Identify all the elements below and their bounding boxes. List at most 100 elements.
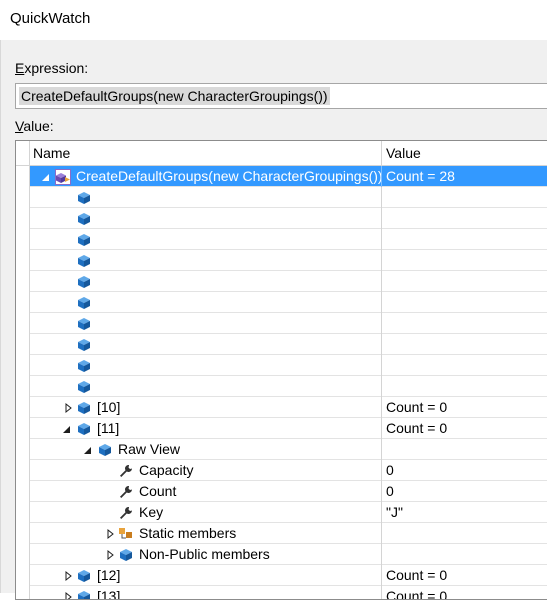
column-divider-line [381,586,382,599]
grid-row[interactable] [16,313,547,334]
column-divider-line [381,229,382,250]
object-icon [76,400,92,416]
expand-arrow-icon[interactable] [105,548,117,561]
row-value[interactable]: Count = 28 [386,168,455,184]
name-cell[interactable]: Raw View [30,439,381,459]
row-value[interactable]: Count = 0 [386,399,447,415]
grid-header: Name Value [16,141,547,166]
column-divider-line [381,250,382,271]
name-cell[interactable] [30,208,381,228]
grid-row[interactable]: Raw View [16,439,547,460]
column-divider-line [381,397,382,418]
grid-row[interactable]: [13] Count = 0 [16,586,547,600]
column-divider-line [381,334,382,355]
grid-row[interactable]: Key "J" [16,502,547,523]
value-label: Value: [15,118,54,134]
name-cell[interactable] [30,271,381,291]
row-value[interactable]: 0 [386,462,394,478]
watch-grid[interactable]: Name Value CreateDefaultGroups(new Chara… [15,140,547,600]
column-divider-line [381,166,382,187]
column-divider[interactable] [381,141,382,165]
name-cell[interactable]: CreateDefaultGroups(new CharacterGroupin… [30,166,381,186]
object-icon [97,442,113,458]
name-cell[interactable]: [10] [30,397,381,417]
grid-row[interactable]: Static members [16,523,547,544]
name-cell[interactable]: [11] [30,418,381,438]
column-divider-line [381,187,382,208]
grid-row[interactable]: Capacity 0 [16,460,547,481]
object-icon [76,589,92,599]
name-cell[interactable] [30,334,381,354]
row-gutter [16,355,30,376]
grid-row[interactable]: [12] Count = 0 [16,565,547,586]
grid-row[interactable]: [10] Count = 0 [16,397,547,418]
wrench-icon [118,484,134,500]
object-icon [76,232,92,248]
row-value[interactable]: "J" [386,504,403,520]
row-value[interactable]: Count = 0 [386,567,447,583]
grid-row[interactable] [16,271,547,292]
grid-row[interactable] [16,187,547,208]
name-cell[interactable] [30,187,381,207]
name-cell[interactable]: Key [30,502,381,522]
name-cell[interactable] [30,376,381,396]
row-gutter [16,271,30,292]
window-titlebar[interactable]: QuickWatch [0,0,547,40]
collapse-arrow-icon[interactable] [40,170,52,182]
grid-row[interactable]: CreateDefaultGroups(new CharacterGroupin… [16,166,547,187]
row-gutter [16,502,30,523]
row-name: [12] [97,567,121,583]
name-cell[interactable]: Non-Public members [30,544,381,564]
name-cell[interactable] [30,250,381,270]
name-cell[interactable]: Static members [30,523,381,543]
name-cell[interactable] [30,229,381,249]
expression-input[interactable]: CreateDefaultGroups(new CharacterGroupin… [15,83,547,109]
row-name: [13] [97,588,121,600]
grid-row[interactable] [16,208,547,229]
grid-row[interactable] [16,292,547,313]
collapse-arrow-icon[interactable] [82,443,94,455]
expand-arrow-icon[interactable] [63,569,75,582]
name-cell[interactable] [30,292,381,312]
expand-arrow-icon[interactable] [63,401,75,414]
row-name: Capacity [139,462,194,478]
object-icon [76,358,92,374]
grid-row[interactable] [16,355,547,376]
name-cell[interactable]: Capacity [30,460,381,480]
grid-row[interactable]: Count 0 [16,481,547,502]
column-divider-line [381,439,382,460]
grid-row[interactable] [16,334,547,355]
grid-row[interactable]: Non-Public members [16,544,547,565]
object-icon [76,211,92,227]
row-gutter [16,418,30,439]
row-gutter [16,376,30,397]
name-cell[interactable]: Count [30,481,381,501]
row-value[interactable]: 0 [386,483,394,499]
column-divider-line [381,565,382,586]
column-divider-line [381,481,382,502]
name-cell[interactable] [30,313,381,333]
column-header-value[interactable]: Value [386,145,421,161]
row-gutter [16,250,30,271]
name-cell[interactable] [30,355,381,375]
row-gutter [16,439,30,460]
expand-arrow-icon[interactable] [105,527,117,540]
grid-row[interactable] [16,229,547,250]
object-icon [76,253,92,269]
row-value[interactable]: Count = 0 [386,588,447,599]
row-name: Raw View [118,441,180,457]
column-header-name[interactable]: Name [33,145,70,161]
row-name: [11] [97,420,120,436]
grid-row[interactable] [16,376,547,397]
row-name: Static members [139,525,237,541]
static-members-icon [118,526,134,542]
name-cell[interactable]: [12] [30,565,381,585]
expand-arrow-icon[interactable] [63,590,75,599]
name-cell[interactable]: [13] [30,586,381,600]
column-divider-line [381,355,382,376]
grid-row[interactable]: [11] Count = 0 [16,418,547,439]
grid-row[interactable] [16,250,547,271]
row-value[interactable]: Count = 0 [386,420,447,436]
collapse-arrow-icon[interactable] [61,422,73,434]
object-icon [76,337,92,353]
